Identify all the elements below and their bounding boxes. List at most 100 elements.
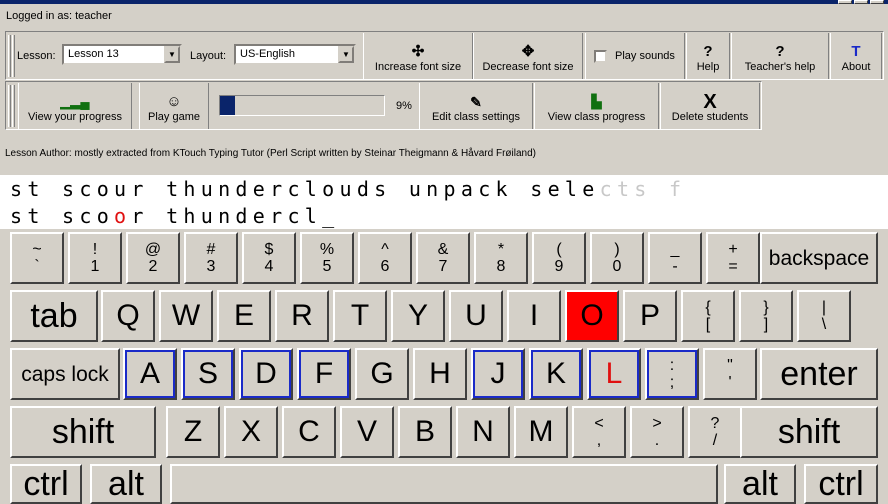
enter-key[interactable]: enter bbox=[760, 348, 878, 400]
key-i[interactable]: I bbox=[507, 290, 561, 342]
key-[[interactable]: {[ bbox=[681, 290, 735, 342]
help-button[interactable]: ? Help bbox=[686, 33, 730, 79]
key-shift-char: ( bbox=[556, 241, 562, 258]
key-d[interactable]: D bbox=[239, 348, 293, 400]
key-g[interactable]: G bbox=[355, 348, 409, 400]
view-class-progress-button[interactable]: ▙ View class progress bbox=[534, 83, 659, 129]
key-k[interactable]: K bbox=[529, 348, 583, 400]
key-5[interactable]: % 5 bbox=[300, 232, 354, 284]
layout-select[interactable]: US-English ▼ bbox=[234, 44, 356, 65]
increase-font-button[interactable]: ✣ Increase font size bbox=[363, 33, 473, 79]
tab-key[interactable]: tab bbox=[10, 290, 98, 342]
key-a[interactable]: A bbox=[123, 348, 177, 400]
key-4[interactable]: $4 bbox=[242, 232, 296, 284]
chevron-down-icon[interactable]: ▼ bbox=[338, 46, 354, 63]
key-l[interactable]: L bbox=[587, 348, 641, 400]
edit-class-settings-button[interactable]: ✎ Edit class settings bbox=[419, 83, 533, 129]
play-sounds-checkbox[interactable] bbox=[594, 49, 607, 63]
teachers-help-button[interactable]: ? Teacher's help bbox=[731, 33, 829, 79]
key-8[interactable]: * 8 bbox=[474, 232, 528, 284]
key-r[interactable]: R bbox=[275, 290, 329, 342]
key-p[interactable]: P bbox=[623, 290, 677, 342]
decrease-font-button[interactable]: ✥ Decrease font size bbox=[473, 33, 583, 79]
edit-class-label: Edit class settings bbox=[431, 111, 521, 123]
key-3[interactable]: #3 bbox=[184, 232, 238, 284]
layout-select-value: US-English bbox=[240, 48, 296, 60]
caps-lock-key[interactable]: caps lock bbox=[10, 348, 120, 400]
key--[interactable]: _ - bbox=[648, 232, 702, 284]
key-2[interactable]: @2 bbox=[126, 232, 180, 284]
right-alt-key[interactable]: alt bbox=[724, 464, 796, 504]
increase-font-label: Increase font size bbox=[374, 61, 462, 73]
key-9[interactable]: (9 bbox=[532, 232, 586, 284]
key-][interactable]: }] bbox=[739, 290, 793, 342]
key-period[interactable]: >. bbox=[630, 406, 684, 458]
increase-font-icon: ✣ bbox=[411, 43, 425, 60]
key-7[interactable]: & 7 bbox=[416, 232, 470, 284]
toolbar-grip[interactable] bbox=[8, 85, 11, 127]
key-y[interactable]: Y bbox=[391, 290, 445, 342]
key-1[interactable]: ! 1 bbox=[68, 232, 122, 284]
minimize-button[interactable] bbox=[838, 0, 852, 4]
key-v[interactable]: V bbox=[340, 406, 394, 458]
lesson-select[interactable]: Lesson 13 ▼ bbox=[62, 44, 182, 65]
maximize-button[interactable] bbox=[854, 0, 868, 4]
key-w[interactable]: W bbox=[159, 290, 213, 342]
chevron-down-icon[interactable]: ▼ bbox=[164, 46, 180, 63]
bar-chart-icon: ▁▂▄ bbox=[60, 94, 90, 109]
key-c[interactable]: C bbox=[282, 406, 336, 458]
key-s[interactable]: S bbox=[181, 348, 235, 400]
key-j[interactable]: J bbox=[471, 348, 525, 400]
toolbar-grip[interactable] bbox=[8, 35, 11, 77]
right-ctrl-key[interactable]: ctrl bbox=[804, 464, 878, 504]
view-class-label: View class progress bbox=[547, 111, 646, 123]
key-shift-char: ) bbox=[614, 241, 620, 258]
key-t[interactable]: T bbox=[333, 290, 387, 342]
key-shift-char: * bbox=[497, 241, 505, 258]
key-comma[interactable]: <, bbox=[572, 406, 626, 458]
key-shift-char: < bbox=[594, 415, 604, 432]
key-b[interactable]: B bbox=[398, 406, 452, 458]
key-h[interactable]: H bbox=[413, 348, 467, 400]
key-semicolon[interactable]: :; bbox=[645, 348, 699, 400]
close-button[interactable] bbox=[870, 0, 884, 4]
play-sounds-toggle[interactable]: Play sounds bbox=[585, 33, 685, 79]
left-ctrl-key[interactable]: ctrl bbox=[10, 464, 82, 504]
key-shift-char: ~ bbox=[32, 241, 42, 258]
key-\[interactable]: | \ bbox=[797, 290, 851, 342]
view-progress-button[interactable]: ▁▂▄ View your progress bbox=[18, 83, 132, 129]
key-0[interactable]: ) 0 bbox=[590, 232, 644, 284]
typed-input[interactable]: st scoor thundercl_ bbox=[10, 204, 340, 228]
key-z[interactable]: Z bbox=[166, 406, 220, 458]
key-6[interactable]: ^ 6 bbox=[358, 232, 412, 284]
logged-in-label: Logged in as: teacher bbox=[6, 10, 112, 22]
key-quote[interactable]: " ' bbox=[703, 348, 757, 400]
key-`[interactable]: ~ ` bbox=[10, 232, 64, 284]
key-u[interactable]: U bbox=[449, 290, 503, 342]
left-shift-key[interactable]: shift bbox=[10, 406, 156, 458]
help-icon: ? bbox=[703, 43, 713, 60]
edit-document-icon: ✎ bbox=[470, 94, 482, 110]
space-key[interactable] bbox=[170, 464, 718, 504]
key-base-char: 4 bbox=[264, 258, 274, 275]
delete-students-button[interactable]: X Delete students bbox=[660, 83, 760, 129]
key-shift-char: : bbox=[669, 357, 675, 374]
key-slash[interactable]: ? / bbox=[688, 406, 742, 458]
key-base-char: . bbox=[654, 432, 660, 449]
play-game-button[interactable]: ☺ Play game bbox=[139, 83, 209, 129]
key-e[interactable]: E bbox=[217, 290, 271, 342]
toolbar-grip[interactable] bbox=[12, 35, 15, 77]
key-n[interactable]: N bbox=[456, 406, 510, 458]
key-f[interactable]: F bbox=[297, 348, 351, 400]
progress-fill bbox=[220, 96, 235, 115]
key-=[interactable]: + = bbox=[706, 232, 760, 284]
about-button[interactable]: T About bbox=[830, 33, 882, 79]
key-o[interactable]: O bbox=[565, 290, 619, 342]
right-shift-key[interactable]: shift bbox=[740, 406, 878, 458]
key-m[interactable]: M bbox=[514, 406, 568, 458]
toolbar-grip[interactable] bbox=[12, 85, 15, 127]
left-alt-key[interactable]: alt bbox=[90, 464, 162, 504]
key-x[interactable]: X bbox=[224, 406, 278, 458]
key-q[interactable]: Q bbox=[101, 290, 155, 342]
backspace-key[interactable]: backspace bbox=[760, 232, 878, 284]
